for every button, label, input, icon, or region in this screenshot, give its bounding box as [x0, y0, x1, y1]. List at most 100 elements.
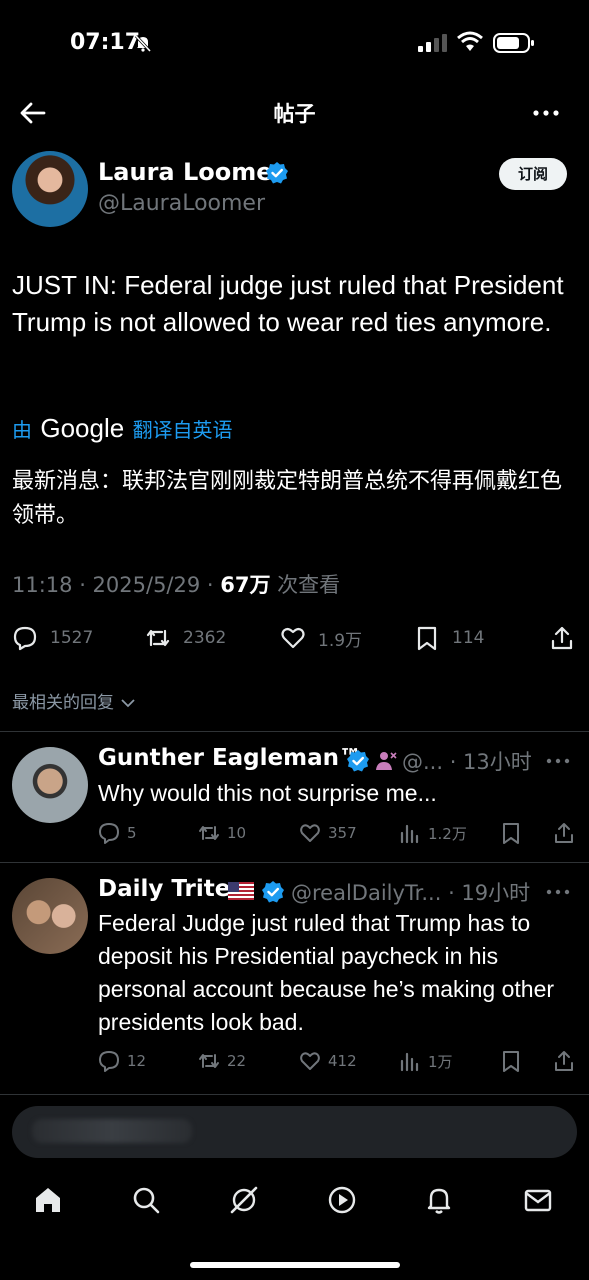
messages-icon[interactable] [522, 1184, 554, 1216]
reply-text: Federal Judge just ruled that Trump has … [98, 910, 555, 1035]
status-bar: 07:17 [0, 0, 589, 88]
reply-icon [99, 823, 119, 844]
divider [0, 1094, 589, 1095]
more-icon[interactable] [545, 882, 571, 902]
reply-icon [99, 1051, 119, 1072]
search-icon[interactable] [130, 1184, 162, 1216]
video-icon[interactable] [326, 1184, 358, 1216]
reply-item[interactable]: Gunther Eagleman™ @... · 13小时 Why would … [0, 731, 589, 862]
share-button[interactable] [553, 818, 582, 848]
like-count: 357 [328, 824, 357, 842]
post-action-bar: 1527 2362 1.9万 114 [0, 620, 589, 656]
post-text: JUST IN: Federal judge just ruled that P… [12, 270, 564, 337]
repost-icon [146, 629, 170, 647]
bookmark-icon [503, 1051, 519, 1072]
reply-avatar[interactable] [12, 747, 88, 823]
reply-count: 12 [127, 1052, 147, 1070]
reply-button[interactable]: 1527 [12, 620, 93, 656]
home-icon[interactable] [32, 1184, 64, 1216]
repost-icon [199, 826, 219, 840]
grok-icon[interactable] [228, 1184, 260, 1216]
repost-count: 22 [227, 1052, 247, 1070]
reply-icon [13, 626, 37, 651]
repost-count: 10 [227, 824, 247, 842]
replies-sort-label: 最相关的回复 [12, 693, 114, 713]
bookmark-count: 114 [452, 628, 485, 648]
view-count: 1.2万 [428, 824, 467, 843]
view-count: 1万 [428, 1052, 453, 1071]
reply-count: 5 [127, 824, 137, 842]
reply-avatar[interactable] [12, 878, 88, 954]
verified-icon [262, 881, 284, 903]
reply-author-name[interactable]: Gunther Eagleman™ [98, 745, 362, 771]
author-handle[interactable]: @LauraLoomer [98, 191, 265, 216]
post-timestamp: 11:18 · 2025/5/29 · [12, 573, 221, 597]
like-icon [281, 627, 305, 649]
share-button[interactable] [553, 1046, 582, 1076]
view-count[interactable]: 67万 [220, 573, 270, 597]
bookmark-button[interactable]: 114 [414, 620, 484, 656]
translate-suffix: 翻译自英语 [132, 418, 233, 442]
like-count: 412 [328, 1052, 357, 1070]
views-icon [400, 1052, 419, 1072]
like-count: 1.9万 [318, 630, 363, 651]
translate-by-label: 由 [12, 418, 32, 442]
notifications-icon[interactable] [423, 1184, 455, 1216]
like-icon [300, 824, 320, 842]
repost-icon [199, 1054, 219, 1068]
signal-icon [418, 34, 447, 52]
repost-button[interactable]: 22 [198, 1046, 246, 1076]
page-title: 帖子 [273, 102, 316, 126]
bookmark-icon [503, 823, 519, 844]
reply-handle-time: @... · 13小时 [402, 750, 532, 774]
post-meta: 11:18 · 2025/5/29 · 67万 次查看 [12, 569, 340, 599]
wifi-icon [457, 31, 483, 51]
reply-text: Why would this not surprise me... [98, 780, 437, 806]
subscribe-button[interactable]: 订阅 [499, 158, 567, 190]
reply-compose-input[interactable] [12, 1106, 577, 1158]
us-flag-icon [228, 882, 254, 900]
verified-icon [347, 750, 369, 772]
share-icon [555, 823, 573, 843]
views-button[interactable]: 1万 [399, 1046, 453, 1076]
share-icon [551, 626, 573, 650]
battery-icon [493, 33, 534, 53]
bookmark-button[interactable] [500, 1046, 529, 1076]
reply-handle-time: @realDailyTr... · 19小时 [291, 881, 531, 905]
repost-count: 2362 [183, 628, 227, 648]
like-button[interactable]: 357 [299, 818, 357, 848]
views-icon [400, 824, 419, 844]
more-icon[interactable] [531, 98, 561, 128]
more-icon[interactable] [545, 751, 571, 771]
like-button[interactable]: 412 [299, 1046, 357, 1076]
status-time: 07:17 [70, 30, 141, 55]
reply-author-name[interactable]: Daily Trite [98, 876, 230, 902]
replies-sort-dropdown[interactable]: 最相关的回复 [12, 688, 136, 713]
share-icon [555, 1051, 573, 1071]
translated-text: 最新消息：联邦法官刚刚裁定特朗普总统不得再佩戴红色领带。 [12, 469, 563, 528]
bookmark-button[interactable] [500, 818, 529, 848]
compose-placeholder-blurred [32, 1119, 192, 1143]
author-name[interactable]: Laura Loomer [98, 158, 284, 186]
verified-icon [266, 162, 288, 184]
bookmark-icon [417, 626, 437, 651]
reply-count: 1527 [50, 628, 94, 648]
home-indicator [190, 1262, 400, 1268]
reply-action-bar: 12 22 412 1万 [0, 1046, 589, 1076]
views-button[interactable]: 1.2万 [399, 818, 467, 848]
translation-attribution[interactable]: 由 Google 翻译自英语 [12, 413, 233, 444]
share-button[interactable] [549, 620, 587, 656]
author-avatar[interactable] [12, 151, 88, 227]
like-icon [300, 1052, 320, 1070]
repost-button[interactable]: 10 [198, 818, 246, 848]
reply-item[interactable]: Daily Trite @realDailyTr... · 19小时 Feder… [0, 862, 589, 1090]
reply-button[interactable]: 12 [98, 1046, 146, 1076]
affiliate-badge-icon [376, 752, 397, 770]
bottom-tab-bar [0, 1170, 589, 1230]
silent-bell-icon [134, 34, 152, 53]
reply-button[interactable]: 5 [98, 818, 137, 848]
nav-bar: 帖子 [0, 88, 589, 138]
like-button[interactable]: 1.9万 [280, 620, 362, 656]
chevron-down-icon [121, 699, 136, 708]
repost-button[interactable]: 2362 [145, 620, 226, 656]
